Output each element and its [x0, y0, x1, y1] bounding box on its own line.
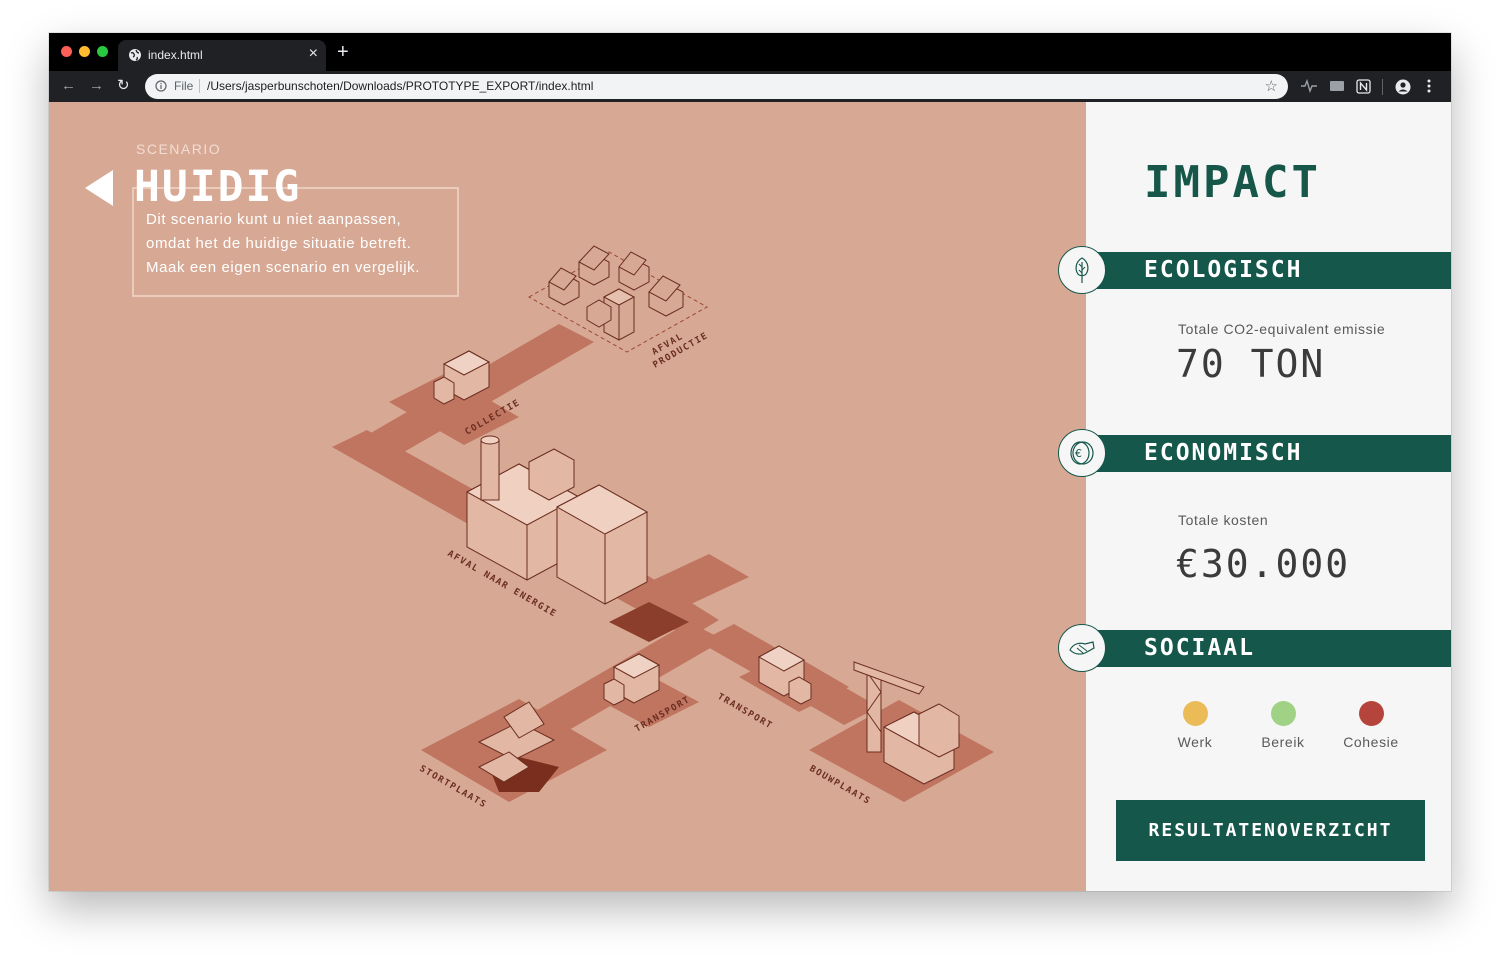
tab-title: index.html	[148, 48, 203, 62]
map-label-transport-right: TRANSPORT	[716, 692, 775, 732]
factory-icon	[465, 435, 689, 642]
economisch-label: ECONOMISCH	[1144, 440, 1303, 466]
co2-metric-value: 70 TON	[1176, 342, 1326, 386]
status-dot	[1358, 701, 1384, 726]
sociaal-header: SOCIAAL	[1058, 624, 1451, 672]
tab-index[interactable]: index.html ×	[118, 40, 326, 71]
browser-window: index.html × + ← → ↻ File /Users/jasperb…	[49, 33, 1451, 891]
status-dot	[1182, 701, 1208, 726]
handshake-icon	[1058, 624, 1106, 672]
scenario-label: SCENARIO	[136, 141, 222, 157]
url-text[interactable]: /Users/jasperbunschoten/Downloads/PROTOT…	[207, 79, 593, 93]
social-indicator-cohesie: Cohesie	[1331, 701, 1411, 750]
social-indicator-label: Bereik	[1261, 734, 1305, 750]
address-bar[interactable]: File /Users/jasperbunschoten/Downloads/P…	[145, 74, 1288, 99]
truck-icon-transport-right	[757, 645, 812, 705]
browser-toolbar: ← → ↻ File /Users/jasperbunschoten/Downl…	[49, 71, 1451, 102]
url-scheme: File	[174, 79, 194, 93]
info-icon	[155, 80, 167, 92]
impact-panel: IMPACT ECOLOGISCH Totale CO2-equivalent …	[1058, 102, 1451, 891]
social-indicator-label: Cohesie	[1343, 734, 1399, 750]
zoom-window-button[interactable]	[97, 46, 108, 57]
house-icon	[548, 267, 580, 306]
social-indicator-werk: Werk	[1155, 701, 1235, 750]
close-window-button[interactable]	[61, 46, 72, 57]
forward-icon[interactable]: →	[89, 78, 104, 94]
ecologisch-header: ECOLOGISCH	[1058, 246, 1451, 294]
house-icon	[578, 245, 610, 286]
house-icon	[648, 275, 684, 317]
social-indicator-label: Werk	[1177, 734, 1213, 750]
back-icon[interactable]: ←	[61, 78, 76, 94]
economisch-header: € ECONOMISCH	[1058, 429, 1451, 477]
toolbar-divider	[1382, 79, 1383, 95]
star-icon[interactable]: ☆	[1265, 77, 1278, 95]
tree-icon	[1058, 246, 1106, 294]
url-divider	[199, 79, 200, 93]
extension-cast-icon[interactable]	[1329, 79, 1345, 93]
back-arrow-icon[interactable]	[85, 170, 115, 206]
ecologisch-label: ECOLOGISCH	[1144, 257, 1303, 283]
sociaal-label: SOCIAAL	[1144, 635, 1255, 661]
co2-metric-label: Totale CO2-equivalent emissie	[1178, 321, 1386, 337]
tab-close-icon[interactable]: ×	[309, 45, 318, 63]
page-content: AFVAL PRODUCTIE COLLECTIE AFVAL NAAR ENE…	[49, 102, 1451, 891]
house-icon	[618, 251, 650, 291]
minimize-window-button[interactable]	[79, 46, 90, 57]
reload-icon[interactable]: ↻	[117, 78, 130, 94]
scenario-description-line: Maak een eigen scenario en vergelijk.	[146, 259, 421, 276]
svg-text:€: €	[1075, 447, 1082, 460]
new-tab-button[interactable]: +	[337, 42, 349, 62]
impact-title: IMPACT	[1144, 157, 1321, 208]
scenario-description-line: omdat het de huidige situatie betreft.	[146, 235, 412, 252]
social-indicator-bereik: Bereik	[1243, 701, 1323, 750]
scenario-map-pane: AFVAL PRODUCTIE COLLECTIE AFVAL NAAR ENE…	[49, 102, 1086, 891]
kosten-metric-label: Totale kosten	[1178, 512, 1269, 528]
menu-icon[interactable]	[1427, 79, 1431, 93]
extension-notion-icon[interactable]	[1356, 79, 1371, 94]
extension-pulse-icon[interactable]	[1301, 79, 1317, 93]
globe-icon	[129, 49, 141, 61]
scenario-description: Dit scenario kunt u niet aanpassen, omda…	[146, 208, 456, 280]
coin-icon: €	[1058, 429, 1106, 477]
resultatenoverzicht-button[interactable]: RESULTATENOVERZICHT	[1116, 800, 1425, 861]
kosten-metric-value: €30.000	[1176, 542, 1351, 586]
status-dot	[1270, 701, 1296, 726]
account-icon[interactable]	[1395, 79, 1411, 95]
tab-strip: index.html × +	[49, 33, 1451, 71]
scenario-description-line: Dit scenario kunt u niet aanpassen,	[146, 211, 402, 228]
scenario-title: HUIDIG	[134, 162, 302, 212]
